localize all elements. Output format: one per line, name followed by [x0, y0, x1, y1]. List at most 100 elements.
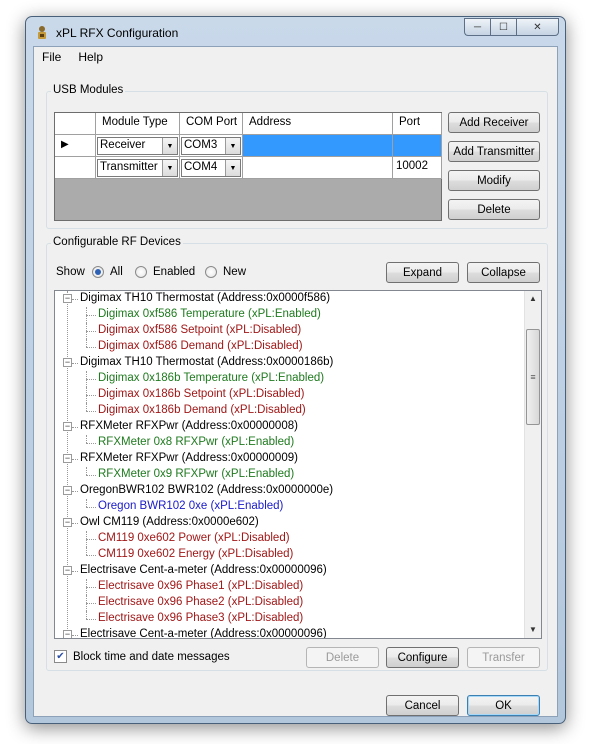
block-messages-label: Block time and date messages — [73, 650, 230, 663]
expand-button[interactable]: Expand — [386, 262, 459, 283]
com-port-cell[interactable]: COM3 ▼ — [180, 135, 243, 157]
com-port-combo[interactable]: COM4 ▼ — [181, 159, 241, 177]
expander-minus-icon[interactable]: − — [63, 358, 72, 367]
com-port-value: COM4 — [184, 161, 218, 173]
tree-node[interactable]: − RFXMeter RFXPwr (Address:0x00000009) — [55, 451, 524, 467]
close-button[interactable]: ✕ — [516, 18, 559, 36]
module-type-value: Receiver — [100, 139, 146, 151]
maximize-button[interactable]: ☐ — [490, 18, 516, 36]
expander-minus-icon[interactable]: − — [63, 630, 72, 638]
tree-child-label: RFXMeter 0x8 RFXPwr (xPL:Enabled) — [98, 436, 295, 448]
tree-child[interactable]: CM119 0xe602 Power (xPL:Disabled) — [55, 531, 524, 547]
menu-file[interactable]: File — [34, 47, 70, 67]
scroll-up-icon[interactable]: ▲ — [525, 291, 541, 307]
tree-connector — [72, 523, 78, 524]
col-header-address[interactable]: Address — [243, 113, 393, 135]
col-header-port[interactable]: Port — [393, 113, 442, 135]
scroll-thumb[interactable]: ≡ — [526, 329, 540, 425]
module-type-combo[interactable]: Receiver ▼ — [97, 137, 178, 155]
port-cell[interactable] — [393, 135, 442, 157]
main-window: xPL RFX Configuration ─ ☐ ✕ File Help US… — [25, 16, 566, 724]
cancel-button[interactable]: Cancel — [386, 695, 459, 716]
grid-row[interactable]: ▶ Receiver ▼ COM3 ▼ — [55, 135, 442, 157]
tree-child[interactable]: Digimax 0xf586 Setpoint (xPL:Disabled) — [55, 323, 524, 339]
dropdown-arrow-icon[interactable]: ▼ — [225, 160, 240, 176]
expander-minus-icon[interactable]: − — [63, 566, 72, 575]
expander-minus-icon[interactable]: − — [63, 294, 72, 303]
address-cell[interactable] — [243, 157, 393, 179]
tree-child[interactable]: RFXMeter 0x9 RFXPwr (xPL:Enabled) — [55, 467, 524, 483]
expander-minus-icon[interactable]: − — [63, 486, 72, 495]
tree-connector — [86, 403, 87, 411]
title-bar[interactable]: xPL RFX Configuration ─ ☐ ✕ — [26, 17, 565, 47]
dropdown-arrow-icon[interactable]: ▼ — [162, 160, 177, 176]
tree-child[interactable]: Electrisave 0x96 Phase2 (xPL:Disabled) — [55, 595, 524, 611]
address-cell[interactable] — [243, 135, 393, 157]
window-title: xPL RFX Configuration — [56, 26, 179, 40]
grid-row[interactable]: Transmitter ▼ COM4 ▼ 10002 — [55, 157, 442, 179]
tree-connector — [86, 339, 87, 347]
delete-device-button[interactable]: Delete — [306, 647, 379, 668]
tree-connector — [72, 363, 78, 364]
block-messages-checkbox[interactable]: ✔ Block time and date messages — [54, 650, 230, 663]
tree-node[interactable]: − Owl CM119 (Address:0x0000e602) — [55, 515, 524, 531]
expander-minus-icon[interactable]: − — [63, 422, 72, 431]
tree-child[interactable]: Digimax 0x186b Demand (xPL:Disabled) — [55, 403, 524, 419]
configure-button[interactable]: Configure — [386, 647, 459, 668]
menu-help[interactable]: Help — [70, 47, 112, 67]
tree-node[interactable]: − OregonBWR102 BWR102 (Address:0x0000000e… — [55, 483, 524, 499]
module-type-value: Transmitter — [100, 161, 158, 173]
module-type-cell[interactable]: Transmitter ▼ — [96, 157, 180, 179]
row-header[interactable] — [55, 157, 96, 179]
tree-connector — [86, 411, 96, 412]
tree-child[interactable]: RFXMeter 0x8 RFXPwr (xPL:Enabled) — [55, 435, 524, 451]
scroll-down-icon[interactable]: ▼ — [525, 622, 541, 638]
filter-new-radio[interactable]: New — [205, 266, 246, 278]
modify-button[interactable]: Modify — [448, 170, 540, 191]
transfer-button[interactable]: Transfer — [467, 647, 540, 668]
row-header[interactable]: ▶ — [55, 135, 96, 157]
filter-all-radio[interactable]: All — [92, 266, 123, 278]
tree-child[interactable]: Oregon BWR102 0xe (xPL:Enabled) — [55, 499, 524, 515]
com-port-combo[interactable]: COM3 ▼ — [181, 137, 241, 155]
minimize-button[interactable]: ─ — [464, 18, 490, 36]
tree-child[interactable]: Digimax 0x186b Temperature (xPL:Enabled) — [55, 371, 524, 387]
filter-enabled-label: Enabled — [153, 266, 196, 278]
tree-connector — [86, 379, 96, 380]
device-tree-content: − Digimax TH10 Thermostat (Address:0x0000… — [55, 291, 524, 639]
tree-node[interactable]: − Digimax TH10 Thermostat (Address:0x0000… — [55, 291, 524, 307]
device-tree[interactable]: − Digimax TH10 Thermostat (Address:0x0000… — [54, 290, 542, 639]
tree-child[interactable]: Digimax 0xf586 Temperature (xPL:Enabled) — [55, 307, 524, 323]
collapse-button[interactable]: Collapse — [467, 262, 540, 283]
col-header-com-port[interactable]: COM Port — [180, 113, 243, 135]
tree-child[interactable]: Digimax 0x186b Setpoint (xPL:Disabled) — [55, 387, 524, 403]
tree-child[interactable]: Electrisave 0x96 Phase1 (xPL:Disabled) — [55, 579, 524, 595]
expander-minus-icon[interactable]: − — [63, 518, 72, 527]
delete-module-button[interactable]: Delete — [448, 199, 540, 220]
add-transmitter-button[interactable]: Add Transmitter — [448, 141, 540, 162]
add-receiver-button[interactable]: Add Receiver — [448, 112, 540, 133]
col-header-module-type[interactable]: Module Type — [96, 113, 180, 135]
tree-node[interactable]: − RFXMeter RFXPwr (Address:0x00000008) — [55, 419, 524, 435]
expander-minus-icon[interactable]: − — [63, 454, 72, 463]
dropdown-arrow-icon[interactable]: ▼ — [225, 138, 240, 154]
tree-child[interactable]: Electrisave 0x96 Phase3 (xPL:Disabled) — [55, 611, 524, 627]
tree-connector — [86, 395, 96, 396]
tree-child[interactable]: Digimax 0xf586 Demand (xPL:Disabled) — [55, 339, 524, 355]
module-type-combo[interactable]: Transmitter ▼ — [97, 159, 178, 177]
tree-node[interactable]: − Electrisave Cent-a-meter (Address:0x000… — [55, 627, 524, 639]
module-type-cell[interactable]: Receiver ▼ — [96, 135, 180, 157]
com-port-cell[interactable]: COM4 ▼ — [180, 157, 243, 179]
filter-enabled-radio[interactable]: Enabled — [135, 266, 195, 278]
dropdown-arrow-icon[interactable]: ▼ — [162, 138, 177, 154]
com-port-value: COM3 — [184, 139, 218, 151]
usb-modules-grid[interactable]: Module Type COM Port Address Port ▶ Rece… — [54, 112, 442, 221]
tree-node[interactable]: − Digimax TH10 Thermostat (Address:0x0000… — [55, 355, 524, 371]
tree-connector — [86, 611, 87, 619]
tree-scrollbar[interactable]: ▲ ≡ ▼ — [524, 291, 541, 638]
tree-node[interactable]: − Electrisave Cent-a-meter (Address:0x000… — [55, 563, 524, 579]
tree-child[interactable]: CM119 0xe602 Energy (xPL:Disabled) — [55, 547, 524, 563]
port-cell[interactable]: 10002 — [393, 157, 442, 179]
ok-button[interactable]: OK — [467, 695, 540, 716]
tree-node-label: Electrisave Cent-a-meter (Address:0x0000… — [80, 628, 327, 639]
